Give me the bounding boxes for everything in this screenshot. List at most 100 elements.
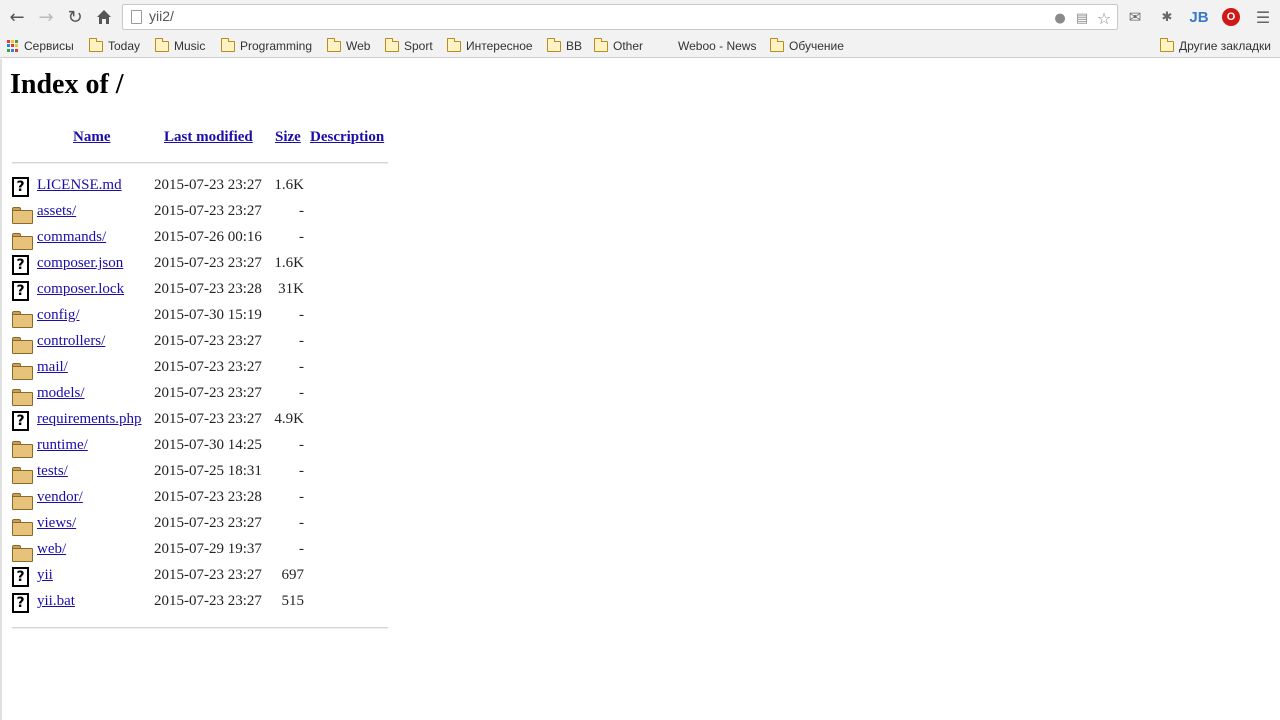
bookmark-folder-interesting[interactable]: Интересное <box>446 37 533 55</box>
table-row: tests/2015-07-25 18:31 - <box>12 461 392 487</box>
home-icon <box>97 10 111 24</box>
sort-by-description-link[interactable]: Description <box>310 129 384 146</box>
entry-size: - <box>299 333 304 349</box>
table-row: commands/2015-07-26 00:16 - <box>12 227 392 253</box>
back-button[interactable]: ← <box>7 6 27 28</box>
entry-size: - <box>299 463 304 479</box>
entry-link[interactable]: composer.json <box>37 255 123 272</box>
bookmark-folder-other[interactable]: Other <box>593 37 643 55</box>
entry-link[interactable]: mail/ <box>37 359 68 376</box>
folder-icon <box>12 229 33 250</box>
reload-button[interactable]: ↻ <box>65 7 85 28</box>
entry-date: 2015-07-23 23:27 <box>154 203 262 219</box>
entry-link[interactable]: composer.lock <box>37 281 124 298</box>
entry-date: 2015-07-30 14:25 <box>154 437 262 453</box>
jetbrains-extension-icon[interactable]: JB <box>1188 7 1210 27</box>
bookmarks-bar: Сервисы Today Music Programming Web Spor… <box>0 34 1280 58</box>
bookmark-folder-bb[interactable]: BB <box>546 37 582 55</box>
folder-icon <box>769 38 784 52</box>
forward-button[interactable]: → <box>36 7 56 28</box>
unknown-file-icon: ? <box>12 177 32 197</box>
unknown-file-icon: ? <box>12 567 32 587</box>
folder-icon <box>12 541 33 562</box>
table-row: views/2015-07-23 23:27 - <box>12 513 392 539</box>
entry-link[interactable]: commands/ <box>37 229 106 246</box>
sort-by-size-link[interactable]: Size <box>275 129 301 146</box>
table-row: mail/2015-07-23 23:27 - <box>12 357 392 383</box>
entry-link[interactable]: yii.bat <box>37 593 75 610</box>
folder-icon <box>12 437 33 458</box>
extension-icon[interactable]: ✱ <box>1156 7 1178 27</box>
apps-grid-icon <box>7 40 19 52</box>
entry-link[interactable]: runtime/ <box>37 437 88 454</box>
bookmark-apps[interactable]: Сервисы <box>7 37 74 55</box>
entry-date: 2015-07-30 15:19 <box>154 307 262 323</box>
bookmark-star-icon[interactable]: ☆ <box>1095 9 1113 28</box>
bookmark-weboo-news[interactable]: Weboo - News <box>678 37 756 55</box>
entry-size: - <box>299 359 304 375</box>
header-divider <box>12 162 388 164</box>
entry-date: 2015-07-25 18:31 <box>154 463 262 479</box>
table-row: assets/2015-07-23 23:27 - <box>12 201 392 227</box>
entry-date: 2015-07-23 23:28 <box>154 489 262 505</box>
unknown-file-icon: ? <box>12 255 32 275</box>
entry-size: 1.6K <box>274 177 304 193</box>
url-text[interactable]: yii2/ <box>149 8 174 24</box>
entry-size: 515 <box>281 593 305 609</box>
entry-link[interactable]: web/ <box>37 541 66 558</box>
table-row: config/2015-07-30 15:19 - <box>12 305 392 331</box>
folder-icon <box>88 38 103 52</box>
entry-link[interactable]: vendor/ <box>37 489 83 506</box>
address-bar[interactable]: yii2/ ● ▤ ☆ <box>122 4 1118 30</box>
home-button[interactable] <box>94 7 114 27</box>
table-row: runtime/2015-07-30 14:25 - <box>12 435 392 461</box>
entry-date: 2015-07-23 23:27 <box>154 333 262 349</box>
translate-icon[interactable]: ▤ <box>1073 9 1091 27</box>
footer-divider <box>12 627 388 629</box>
page-title: Index of / <box>10 69 124 100</box>
table-row: ? yii 2015-07-23 23:27 697 <box>12 565 392 591</box>
entry-link[interactable]: assets/ <box>37 203 76 220</box>
opera-extension-icon[interactable]: O <box>1220 7 1242 27</box>
entry-link[interactable]: views/ <box>37 515 76 532</box>
entry-date: 2015-07-23 23:27 <box>154 567 262 583</box>
table-row: controllers/2015-07-23 23:27 - <box>12 331 392 357</box>
entry-date: 2015-07-23 23:27 <box>154 411 262 427</box>
entry-date: 2015-07-23 23:27 <box>154 515 262 531</box>
mail-icon[interactable]: ✉ <box>1124 7 1146 27</box>
bookmark-folder-today[interactable]: Today <box>88 37 140 55</box>
sort-by-last-modified-link[interactable]: Last modified <box>164 129 253 146</box>
entry-size: 1.6K <box>274 255 304 271</box>
shield-icon[interactable]: ● <box>1051 9 1069 27</box>
entry-date: 2015-07-23 23:27 <box>154 593 262 609</box>
bookmark-folder-programming[interactable]: Programming <box>220 37 312 55</box>
folder-icon <box>593 38 608 52</box>
other-bookmarks[interactable]: Другие закладки <box>1159 37 1271 55</box>
menu-icon[interactable]: ☰ <box>1252 7 1274 27</box>
folder-icon <box>12 463 33 484</box>
folder-icon <box>384 38 399 52</box>
entry-link[interactable]: requirements.php <box>37 411 142 428</box>
folder-icon <box>12 333 33 354</box>
folder-icon <box>446 38 461 52</box>
entry-size: - <box>299 385 304 401</box>
bookmark-folder-web[interactable]: Web <box>326 37 370 55</box>
entry-size: - <box>299 229 304 245</box>
page-icon <box>131 10 142 24</box>
bookmark-folder-sport[interactable]: Sport <box>384 37 433 55</box>
folder-icon <box>1159 38 1174 52</box>
entry-link[interactable]: config/ <box>37 307 80 324</box>
unknown-file-icon: ? <box>12 411 32 431</box>
entry-link[interactable]: tests/ <box>37 463 68 480</box>
entry-size: 697 <box>281 567 305 583</box>
bookmark-folder-music[interactable]: Music <box>154 37 205 55</box>
sort-by-name-link[interactable]: Name <box>73 129 111 146</box>
entry-size: - <box>299 307 304 323</box>
entry-date: 2015-07-23 23:27 <box>154 359 262 375</box>
entry-link[interactable]: LICENSE.md <box>37 177 122 194</box>
entry-link[interactable]: controllers/ <box>37 333 105 350</box>
entry-link[interactable]: models/ <box>37 385 85 402</box>
back-arrow-icon: ← <box>9 6 25 28</box>
entry-link[interactable]: yii <box>37 567 53 584</box>
bookmark-folder-learning[interactable]: Обучение <box>769 37 844 55</box>
